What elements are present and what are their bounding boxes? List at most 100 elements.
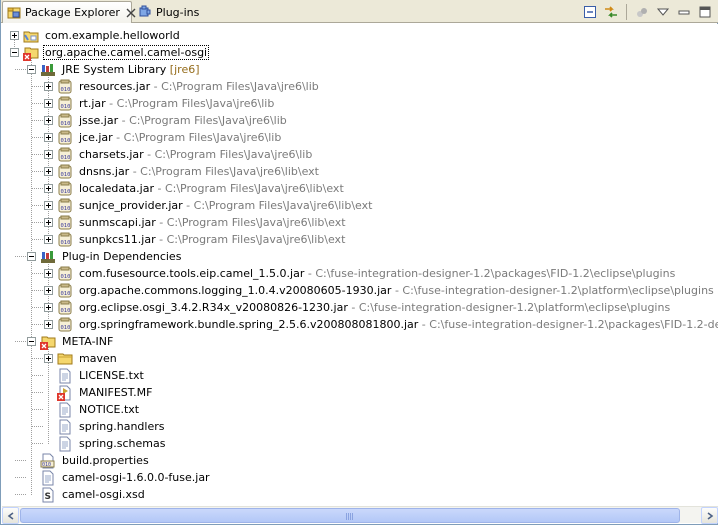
expand-icon[interactable] (44, 99, 53, 108)
tree-item-label: org.apache.commons.logging_1.0.4.v200806… (79, 284, 392, 297)
tree-item[interactable]: 010 dnsns.jar - C:\Program Files\Java\jre… (44, 163, 321, 180)
svg-text:010: 010 (61, 240, 71, 246)
tree-guide-line (31, 57, 32, 495)
tree-item-label: com.fusesource.tools.eip.camel_1.5.0.jar (79, 267, 305, 280)
tree-item[interactable]: 010 sunpkcs11.jar - C:\Program Files\Java… (44, 231, 347, 248)
tree-item[interactable]: 010 jsse.jar - C:\Program Files\Java\jre6… (44, 112, 289, 129)
expand-icon[interactable] (44, 303, 53, 312)
text-file-icon (57, 368, 73, 384)
expand-icon[interactable] (44, 150, 53, 159)
tree-item[interactable]: NOTICE.txt (44, 401, 141, 418)
text-file-icon (57, 436, 73, 452)
tree-item[interactable]: JRE System Library [jre6] (27, 61, 202, 78)
tree-guide-line (15, 477, 26, 478)
tree-item[interactable]: 010 com.fusesource.tools.eip.camel_1.5.0.… (44, 265, 677, 282)
tree-item-path: - C:\Program Files\Java\jre6\lib\ext (129, 165, 319, 178)
tree-guide-line (15, 256, 26, 257)
collapse-icon[interactable] (27, 65, 36, 74)
tree-item[interactable]: com.example.helloworld (10, 27, 182, 44)
tree-item[interactable]: 010 rt.jar - C:\Program Files\Java\jre6\l… (44, 95, 276, 112)
tree-item[interactable]: META-INF (27, 333, 115, 350)
tree-item[interactable]: 010 sunjce_provider.jar - C:\Program File… (44, 197, 374, 214)
tree-item[interactable]: 010 sunmscapi.jar - C:\Program Files\Java… (44, 214, 348, 231)
expand-icon[interactable] (44, 184, 53, 193)
tree-item[interactable]: Scamel-osgi.xsd (27, 486, 147, 503)
svg-text:010: 010 (61, 121, 71, 127)
tree-item-text: resources.jar - C:\Program Files\Java\jr… (77, 80, 321, 93)
project-tree[interactable]: com.example.helloworld org.apache.camel.c… (2, 24, 718, 506)
tree-item-path: - C:\Program Files\Java\jre6\lib (150, 80, 319, 93)
expand-icon[interactable] (44, 82, 53, 91)
collapse-icon[interactable] (27, 337, 36, 346)
tree-item-path: - C:\fuse-integration-designer-1.2\packa… (304, 267, 676, 280)
scroll-thumb[interactable] (20, 508, 680, 523)
tree-item-label: camel-osgi-1.6.0.0-fuse.jar (62, 471, 210, 484)
tree-item[interactable]: 010 localedata.jar - C:\Program Files\Jav… (44, 180, 346, 197)
tab-plugins[interactable]: Plug-ins (134, 1, 204, 23)
jar-icon: 010 (57, 232, 73, 248)
expand-icon[interactable] (44, 286, 53, 295)
tree-item[interactable]: 010 build.properties (27, 452, 151, 469)
minimize-icon[interactable] (676, 4, 692, 20)
tree-item[interactable]: MANIFEST.MF (44, 384, 154, 401)
text-file-icon (57, 419, 73, 435)
library-icon (40, 249, 56, 265)
maximize-icon[interactable] (697, 4, 713, 20)
expand-icon[interactable] (44, 218, 53, 227)
tree-item[interactable]: 010 org.apache.commons.logging_1.0.4.v200… (44, 282, 716, 299)
tree-item-text: build.properties (60, 454, 151, 467)
tree-item-text: jsse.jar - C:\Program Files\Java\jre6\li… (77, 114, 289, 127)
expand-icon[interactable] (10, 31, 19, 40)
tree-item[interactable]: spring.schemas (44, 435, 167, 452)
tree-item-label: org.springframework.bundle.spring_2.5.6.… (79, 318, 419, 331)
tree-item-label: LICENSE.txt (79, 369, 144, 382)
tree-item[interactable]: maven (44, 350, 119, 367)
tree-item[interactable]: org.apache.camel.camel-osgi (10, 44, 210, 61)
jar-icon: 010 (57, 96, 73, 112)
scroll-right-button[interactable] (701, 507, 718, 524)
project-error-icon (23, 45, 39, 61)
link-with-editor-icon[interactable] (603, 4, 619, 20)
tree-item[interactable]: 010 org.springframework.bundle.spring_2.5… (44, 316, 718, 333)
expand-icon[interactable] (44, 320, 53, 329)
expand-icon[interactable] (44, 235, 53, 244)
expand-icon[interactable] (44, 354, 53, 363)
collapse-icon[interactable] (27, 252, 36, 261)
tree-item-text: com.fusesource.tools.eip.camel_1.5.0.jar… (77, 267, 677, 280)
tree-item-text: LICENSE.txt (77, 369, 146, 382)
tree-item[interactable]: LICENSE.txt (44, 367, 146, 384)
expand-icon[interactable] (44, 167, 53, 176)
expand-icon[interactable] (44, 201, 53, 210)
tree-item[interactable]: camel-osgi-1.6.0.0-fuse.jar (27, 469, 212, 486)
tree-guide-line (32, 239, 43, 240)
tree-item[interactable]: 010 resources.jar - C:\Program Files\Java… (44, 78, 321, 95)
expand-icon[interactable] (44, 116, 53, 125)
tree-item[interactable]: 010 jce.jar - C:\Program Files\Java\jre6\… (44, 129, 283, 146)
jar-icon: 010 (57, 164, 73, 180)
filter-icon[interactable] (634, 4, 650, 20)
horizontal-scrollbar[interactable] (2, 506, 718, 524)
collapse-icon[interactable] (10, 48, 19, 57)
package-explorer-icon (7, 6, 21, 20)
expand-icon[interactable] (44, 133, 53, 142)
tree-guide-line (32, 392, 43, 393)
scroll-left-button[interactable] (2, 507, 19, 524)
tab-package-explorer[interactable]: Package Explorer (2, 1, 136, 23)
svg-text:010: 010 (61, 206, 71, 212)
svg-text:010: 010 (61, 104, 71, 110)
tree-item-path: - C:\fuse-integration-designer-1.2\packa… (421, 318, 718, 331)
tree-item-label: dnsns.jar (79, 165, 130, 178)
view-menu-icon[interactable] (655, 4, 671, 20)
project-icon (23, 28, 39, 44)
expand-icon[interactable] (44, 269, 53, 278)
tree-item[interactable]: 010 charsets.jar - C:\Program Files\Java\… (44, 146, 314, 163)
tab-plugins-label: Plug-ins (156, 5, 200, 19)
tree-item[interactable]: Plug-in Dependencies (27, 248, 183, 265)
collapse-all-icon[interactable] (582, 4, 598, 20)
tree-item-text: camel-osgi.xsd (60, 488, 147, 501)
tree-item[interactable]: 010 org.eclipse.osgi_3.4.2.R34x_v20080826… (44, 299, 672, 316)
tree-item[interactable]: spring.handlers (44, 418, 167, 435)
tree-item-label: spring.schemas (79, 437, 166, 450)
